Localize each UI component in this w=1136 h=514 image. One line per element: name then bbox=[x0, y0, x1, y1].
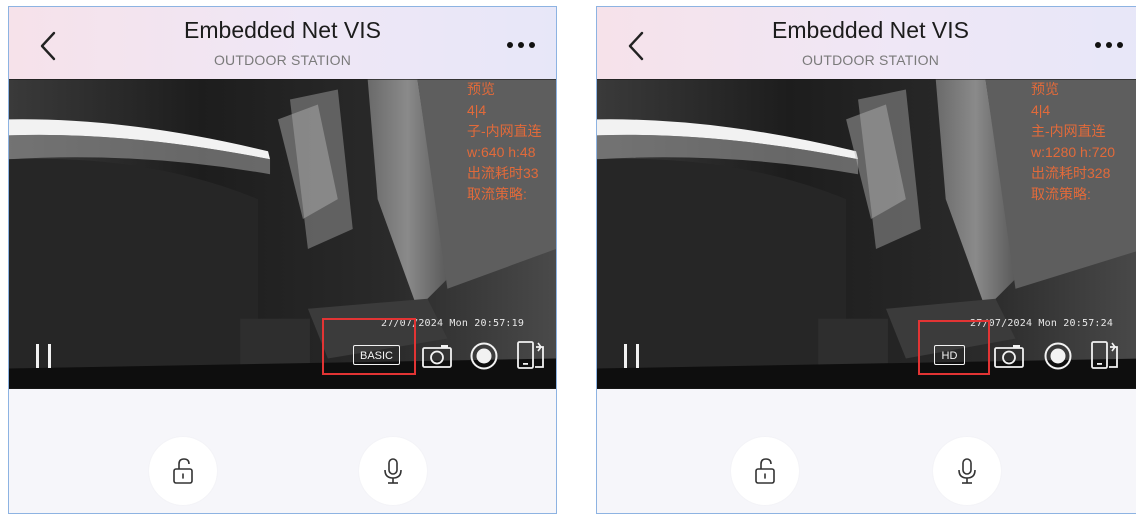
action-bar bbox=[597, 389, 1136, 513]
unlock-button[interactable] bbox=[149, 437, 217, 505]
unlock-icon bbox=[173, 458, 193, 484]
stream-info-overlay: 预览 4|4 子-内网直连 w:640 h:48 出流耗时33 取流策略: bbox=[467, 79, 542, 205]
microphone-button[interactable] bbox=[359, 437, 427, 505]
overlay-line: 取流策略: bbox=[467, 186, 527, 202]
overlay-line: w:1280 h:720 bbox=[1031, 144, 1116, 160]
quality-toggle-button[interactable]: BASIC bbox=[353, 345, 400, 365]
overlay-line: 4|4 bbox=[1031, 102, 1051, 118]
overlay-line: 主-内网直连 bbox=[1031, 123, 1106, 139]
record-icon bbox=[470, 342, 498, 370]
overlay-line: 预览 bbox=[467, 81, 495, 97]
top-bar: Embedded Net VIS OUTDOOR STATION bbox=[597, 7, 1136, 79]
overlay-line: 预览 bbox=[1031, 81, 1059, 97]
overlay-line: 取流策略: bbox=[1031, 186, 1091, 202]
video-view[interactable]: 预览 4|4 子-内网直连 w:640 h:48 出流耗时33 取流策略: 27… bbox=[9, 79, 556, 389]
quality-toggle-button[interactable]: HD bbox=[934, 345, 965, 365]
overlay-line: 4|4 bbox=[467, 102, 487, 118]
camera-icon bbox=[994, 345, 1024, 368]
record-icon bbox=[1044, 342, 1072, 370]
page-title: Embedded Net VIS bbox=[184, 17, 381, 43]
screen-rotate-icon bbox=[517, 341, 544, 369]
app-screen-basic: Embedded Net VIS OUTDOOR STATION 预览 4|4 … bbox=[8, 6, 557, 514]
screen-rotate-icon bbox=[1091, 341, 1118, 369]
video-view[interactable]: 预览 4|4 主-内网直连 w:1280 h:720 出流耗时328 取流策略:… bbox=[597, 79, 1136, 389]
fullscreen-button[interactable] bbox=[1089, 339, 1121, 371]
more-dots-icon bbox=[1095, 42, 1123, 48]
page-title: Embedded Net VIS bbox=[772, 17, 969, 43]
pause-button[interactable] bbox=[621, 343, 643, 369]
page-subtitle: OUTDOOR STATION bbox=[801, 52, 940, 68]
unlock-icon bbox=[755, 458, 775, 484]
overlay-line: 出流耗时328 bbox=[1031, 165, 1111, 181]
record-button[interactable] bbox=[469, 341, 499, 371]
app-screen-hd: Embedded Net VIS OUTDOOR STATION 预览 4|4 … bbox=[596, 6, 1136, 514]
overlay-line: w:640 h:48 bbox=[467, 144, 536, 160]
camera-icon bbox=[422, 345, 452, 368]
microphone-icon bbox=[958, 458, 976, 484]
more-button[interactable] bbox=[504, 35, 538, 55]
video-timestamp: 27/07/2024 Mon 20:57:24 bbox=[970, 318, 1114, 329]
overlay-line: 子-内网直连 bbox=[467, 123, 542, 139]
snapshot-button[interactable] bbox=[421, 343, 453, 369]
pause-button[interactable] bbox=[33, 343, 55, 369]
more-button[interactable] bbox=[1092, 35, 1126, 55]
microphone-button[interactable] bbox=[933, 437, 1001, 505]
microphone-icon bbox=[384, 458, 402, 484]
snapshot-button[interactable] bbox=[993, 343, 1025, 369]
pause-icon bbox=[624, 344, 639, 368]
unlock-button[interactable] bbox=[731, 437, 799, 505]
page-subtitle: OUTDOOR STATION bbox=[213, 52, 352, 68]
more-dots-icon bbox=[507, 42, 535, 48]
record-button[interactable] bbox=[1043, 341, 1073, 371]
pause-icon bbox=[36, 344, 51, 368]
top-bar: Embedded Net VIS OUTDOOR STATION bbox=[9, 7, 556, 79]
stream-info-overlay: 预览 4|4 主-内网直连 w:1280 h:720 出流耗时328 取流策略: bbox=[1031, 79, 1115, 205]
overlay-line: 出流耗时33 bbox=[467, 165, 539, 181]
action-bar bbox=[9, 389, 556, 513]
fullscreen-button[interactable] bbox=[515, 339, 547, 371]
